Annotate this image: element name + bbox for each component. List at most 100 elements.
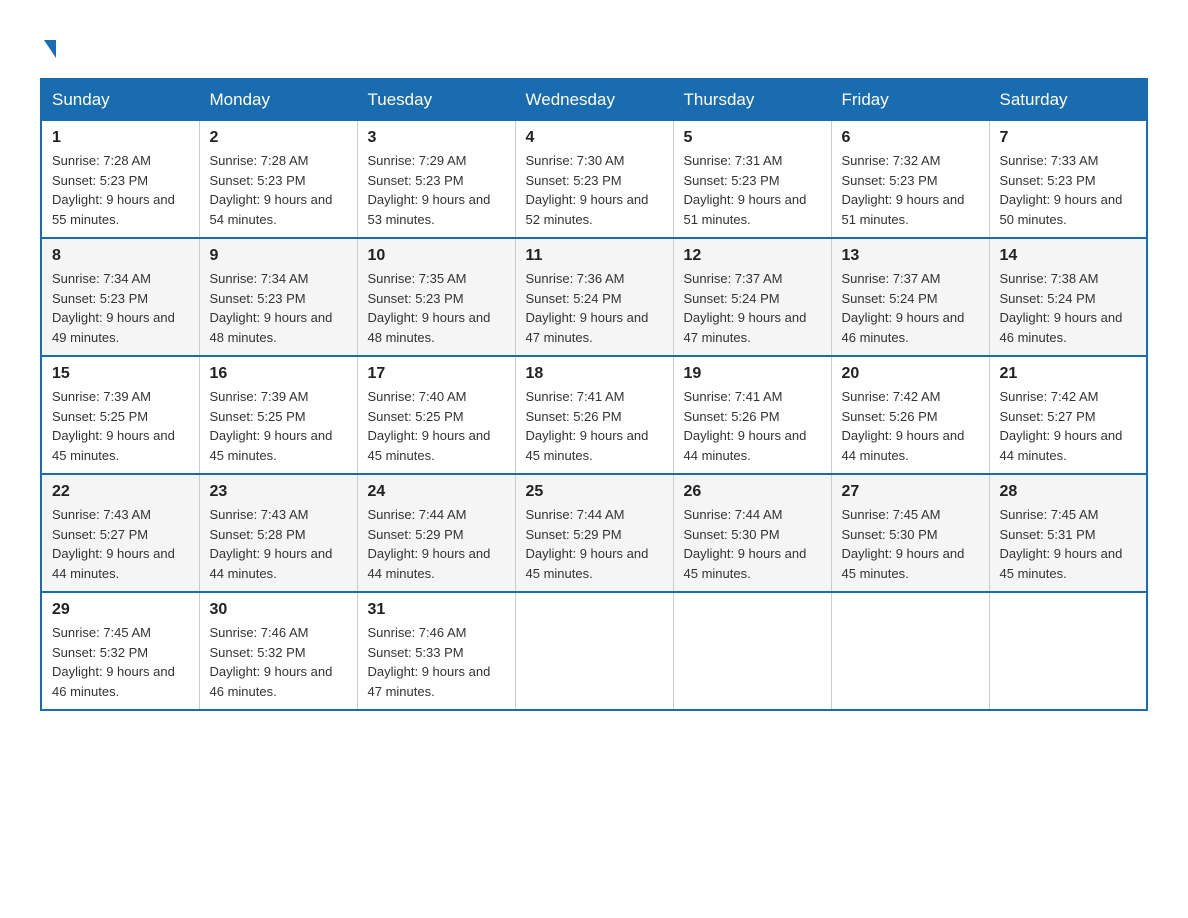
- day-number: 19: [684, 365, 821, 383]
- day-info: Sunrise: 7:44 AMSunset: 5:29 PMDaylight:…: [368, 507, 491, 581]
- calendar-cell: 12 Sunrise: 7:37 AMSunset: 5:24 PMDaylig…: [673, 238, 831, 356]
- calendar-cell: 14 Sunrise: 7:38 AMSunset: 5:24 PMDaylig…: [989, 238, 1147, 356]
- day-number: 29: [52, 601, 189, 619]
- day-info: Sunrise: 7:29 AMSunset: 5:23 PMDaylight:…: [368, 153, 491, 227]
- day-number: 13: [842, 247, 979, 265]
- calendar-week-row: 29 Sunrise: 7:45 AMSunset: 5:32 PMDaylig…: [41, 592, 1147, 710]
- calendar-cell: 9 Sunrise: 7:34 AMSunset: 5:23 PMDayligh…: [199, 238, 357, 356]
- calendar-cell: 19 Sunrise: 7:41 AMSunset: 5:26 PMDaylig…: [673, 356, 831, 474]
- day-info: Sunrise: 7:42 AMSunset: 5:26 PMDaylight:…: [842, 389, 965, 463]
- day-info: Sunrise: 7:41 AMSunset: 5:26 PMDaylight:…: [526, 389, 649, 463]
- calendar-cell: 30 Sunrise: 7:46 AMSunset: 5:32 PMDaylig…: [199, 592, 357, 710]
- day-info: Sunrise: 7:28 AMSunset: 5:23 PMDaylight:…: [210, 153, 333, 227]
- day-number: 4: [526, 129, 663, 147]
- calendar-cell: 28 Sunrise: 7:45 AMSunset: 5:31 PMDaylig…: [989, 474, 1147, 592]
- day-number: 12: [684, 247, 821, 265]
- day-info: Sunrise: 7:44 AMSunset: 5:29 PMDaylight:…: [526, 507, 649, 581]
- calendar-cell: [515, 592, 673, 710]
- day-info: Sunrise: 7:36 AMSunset: 5:24 PMDaylight:…: [526, 271, 649, 345]
- day-info: Sunrise: 7:41 AMSunset: 5:26 PMDaylight:…: [684, 389, 807, 463]
- day-info: Sunrise: 7:45 AMSunset: 5:32 PMDaylight:…: [52, 625, 175, 699]
- day-number: 22: [52, 483, 189, 501]
- day-info: Sunrise: 7:46 AMSunset: 5:33 PMDaylight:…: [368, 625, 491, 699]
- calendar-cell: 5 Sunrise: 7:31 AMSunset: 5:23 PMDayligh…: [673, 121, 831, 239]
- day-number: 24: [368, 483, 505, 501]
- calendar-week-row: 15 Sunrise: 7:39 AMSunset: 5:25 PMDaylig…: [41, 356, 1147, 474]
- calendar-cell: 1 Sunrise: 7:28 AMSunset: 5:23 PMDayligh…: [41, 121, 199, 239]
- day-info: Sunrise: 7:39 AMSunset: 5:25 PMDaylight:…: [52, 389, 175, 463]
- calendar-week-row: 1 Sunrise: 7:28 AMSunset: 5:23 PMDayligh…: [41, 121, 1147, 239]
- day-info: Sunrise: 7:34 AMSunset: 5:23 PMDaylight:…: [210, 271, 333, 345]
- day-info: Sunrise: 7:46 AMSunset: 5:32 PMDaylight:…: [210, 625, 333, 699]
- calendar-cell: 22 Sunrise: 7:43 AMSunset: 5:27 PMDaylig…: [41, 474, 199, 592]
- day-header-friday: Friday: [831, 79, 989, 121]
- day-number: 20: [842, 365, 979, 383]
- day-info: Sunrise: 7:43 AMSunset: 5:27 PMDaylight:…: [52, 507, 175, 581]
- day-number: 8: [52, 247, 189, 265]
- day-info: Sunrise: 7:45 AMSunset: 5:30 PMDaylight:…: [842, 507, 965, 581]
- calendar-cell: 13 Sunrise: 7:37 AMSunset: 5:24 PMDaylig…: [831, 238, 989, 356]
- day-info: Sunrise: 7:30 AMSunset: 5:23 PMDaylight:…: [526, 153, 649, 227]
- day-number: 2: [210, 129, 347, 147]
- calendar-cell: 8 Sunrise: 7:34 AMSunset: 5:23 PMDayligh…: [41, 238, 199, 356]
- day-info: Sunrise: 7:42 AMSunset: 5:27 PMDaylight:…: [1000, 389, 1123, 463]
- day-info: Sunrise: 7:35 AMSunset: 5:23 PMDaylight:…: [368, 271, 491, 345]
- day-header-wednesday: Wednesday: [515, 79, 673, 121]
- day-number: 23: [210, 483, 347, 501]
- calendar-cell: 17 Sunrise: 7:40 AMSunset: 5:25 PMDaylig…: [357, 356, 515, 474]
- calendar-cell: 26 Sunrise: 7:44 AMSunset: 5:30 PMDaylig…: [673, 474, 831, 592]
- day-number: 5: [684, 129, 821, 147]
- calendar-cell: 24 Sunrise: 7:44 AMSunset: 5:29 PMDaylig…: [357, 474, 515, 592]
- calendar-week-row: 22 Sunrise: 7:43 AMSunset: 5:27 PMDaylig…: [41, 474, 1147, 592]
- day-number: 11: [526, 247, 663, 265]
- day-number: 1: [52, 129, 189, 147]
- logo-triangle-icon: [44, 40, 56, 58]
- calendar-cell: 29 Sunrise: 7:45 AMSunset: 5:32 PMDaylig…: [41, 592, 199, 710]
- page-header: [40, 30, 1148, 58]
- day-info: Sunrise: 7:39 AMSunset: 5:25 PMDaylight:…: [210, 389, 333, 463]
- calendar-cell: 16 Sunrise: 7:39 AMSunset: 5:25 PMDaylig…: [199, 356, 357, 474]
- calendar-cell: 20 Sunrise: 7:42 AMSunset: 5:26 PMDaylig…: [831, 356, 989, 474]
- day-number: 30: [210, 601, 347, 619]
- calendar-cell: 27 Sunrise: 7:45 AMSunset: 5:30 PMDaylig…: [831, 474, 989, 592]
- calendar-cell: [989, 592, 1147, 710]
- calendar-week-row: 8 Sunrise: 7:34 AMSunset: 5:23 PMDayligh…: [41, 238, 1147, 356]
- day-info: Sunrise: 7:45 AMSunset: 5:31 PMDaylight:…: [1000, 507, 1123, 581]
- day-info: Sunrise: 7:34 AMSunset: 5:23 PMDaylight:…: [52, 271, 175, 345]
- calendar-table: SundayMondayTuesdayWednesdayThursdayFrid…: [40, 78, 1148, 711]
- logo-line1: [40, 30, 56, 58]
- day-number: 6: [842, 129, 979, 147]
- day-info: Sunrise: 7:43 AMSunset: 5:28 PMDaylight:…: [210, 507, 333, 581]
- calendar-cell: 31 Sunrise: 7:46 AMSunset: 5:33 PMDaylig…: [357, 592, 515, 710]
- day-number: 17: [368, 365, 505, 383]
- calendar-cell: 15 Sunrise: 7:39 AMSunset: 5:25 PMDaylig…: [41, 356, 199, 474]
- calendar-cell: 18 Sunrise: 7:41 AMSunset: 5:26 PMDaylig…: [515, 356, 673, 474]
- day-info: Sunrise: 7:37 AMSunset: 5:24 PMDaylight:…: [684, 271, 807, 345]
- day-number: 27: [842, 483, 979, 501]
- calendar-cell: 3 Sunrise: 7:29 AMSunset: 5:23 PMDayligh…: [357, 121, 515, 239]
- calendar-cell: 23 Sunrise: 7:43 AMSunset: 5:28 PMDaylig…: [199, 474, 357, 592]
- day-header-monday: Monday: [199, 79, 357, 121]
- day-number: 28: [1000, 483, 1137, 501]
- day-number: 9: [210, 247, 347, 265]
- day-header-saturday: Saturday: [989, 79, 1147, 121]
- calendar-cell: 25 Sunrise: 7:44 AMSunset: 5:29 PMDaylig…: [515, 474, 673, 592]
- day-number: 18: [526, 365, 663, 383]
- day-info: Sunrise: 7:32 AMSunset: 5:23 PMDaylight:…: [842, 153, 965, 227]
- calendar-cell: 2 Sunrise: 7:28 AMSunset: 5:23 PMDayligh…: [199, 121, 357, 239]
- day-info: Sunrise: 7:31 AMSunset: 5:23 PMDaylight:…: [684, 153, 807, 227]
- calendar-header-row: SundayMondayTuesdayWednesdayThursdayFrid…: [41, 79, 1147, 121]
- day-number: 21: [1000, 365, 1137, 383]
- calendar-cell: 7 Sunrise: 7:33 AMSunset: 5:23 PMDayligh…: [989, 121, 1147, 239]
- day-number: 7: [1000, 129, 1137, 147]
- calendar-cell: 4 Sunrise: 7:30 AMSunset: 5:23 PMDayligh…: [515, 121, 673, 239]
- day-info: Sunrise: 7:33 AMSunset: 5:23 PMDaylight:…: [1000, 153, 1123, 227]
- day-number: 16: [210, 365, 347, 383]
- calendar-cell: [831, 592, 989, 710]
- day-number: 26: [684, 483, 821, 501]
- calendar-cell: 6 Sunrise: 7:32 AMSunset: 5:23 PMDayligh…: [831, 121, 989, 239]
- day-number: 10: [368, 247, 505, 265]
- day-number: 15: [52, 365, 189, 383]
- day-info: Sunrise: 7:40 AMSunset: 5:25 PMDaylight:…: [368, 389, 491, 463]
- calendar-cell: 10 Sunrise: 7:35 AMSunset: 5:23 PMDaylig…: [357, 238, 515, 356]
